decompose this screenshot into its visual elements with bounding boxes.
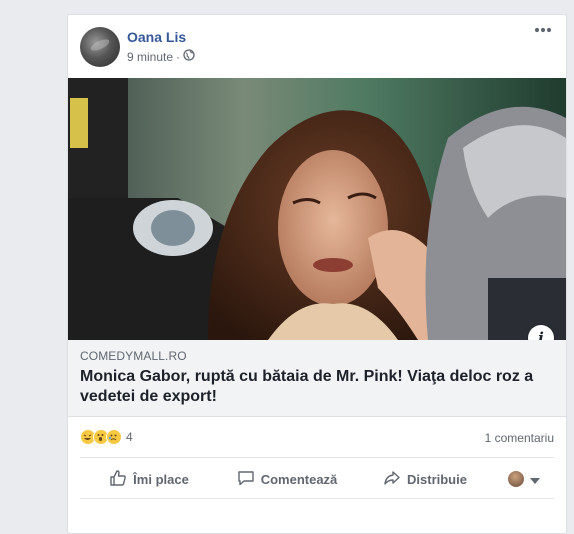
reactions-summary[interactable]: 4 (80, 429, 133, 445)
share-label: Distribuie (407, 471, 467, 487)
post-stats: 4 1 comentariu (80, 429, 554, 449)
divider (80, 457, 554, 458)
share-icon (383, 469, 401, 490)
divider (80, 498, 554, 499)
post-meta: 9 minute · (127, 49, 195, 64)
action-bar: Îmi place Comentează Distribuie (80, 464, 554, 494)
author-avatar[interactable] (80, 27, 120, 67)
comment-label: Comentează (260, 471, 338, 487)
reactions-count: 4 (126, 430, 133, 444)
profile-avatar (508, 471, 524, 487)
comment-button[interactable]: Comentează (218, 464, 356, 494)
post-card: Oana Lis 9 minute · i COMEDYMALL.RO Moni… (67, 14, 567, 534)
link-image[interactable] (68, 78, 566, 340)
author-name[interactable]: Oana Lis (127, 29, 186, 45)
post-time[interactable]: 9 minute (127, 50, 173, 64)
sad-icon (106, 429, 122, 445)
globe-icon (183, 49, 195, 64)
link-domain: COMEDYMALL.RO (80, 349, 187, 363)
comments-count[interactable]: 1 comentariu (485, 431, 554, 445)
more-options-icon[interactable] (534, 27, 554, 43)
like-button[interactable]: Îmi place (80, 464, 218, 494)
like-icon (109, 469, 127, 490)
chevron-down-icon (530, 472, 540, 487)
share-button[interactable]: Distribuie (356, 464, 494, 494)
reaction-profile-selector[interactable] (494, 464, 554, 494)
post-header: Oana Lis 9 minute · (80, 27, 554, 71)
link-preview[interactable]: COMEDYMALL.RO Monica Gabor, ruptă cu băt… (68, 340, 566, 417)
comment-icon (237, 469, 255, 490)
link-headline[interactable]: Monica Gabor, ruptă cu bătaia de Mr. Pin… (80, 367, 550, 407)
like-label: Îmi place (133, 471, 189, 487)
